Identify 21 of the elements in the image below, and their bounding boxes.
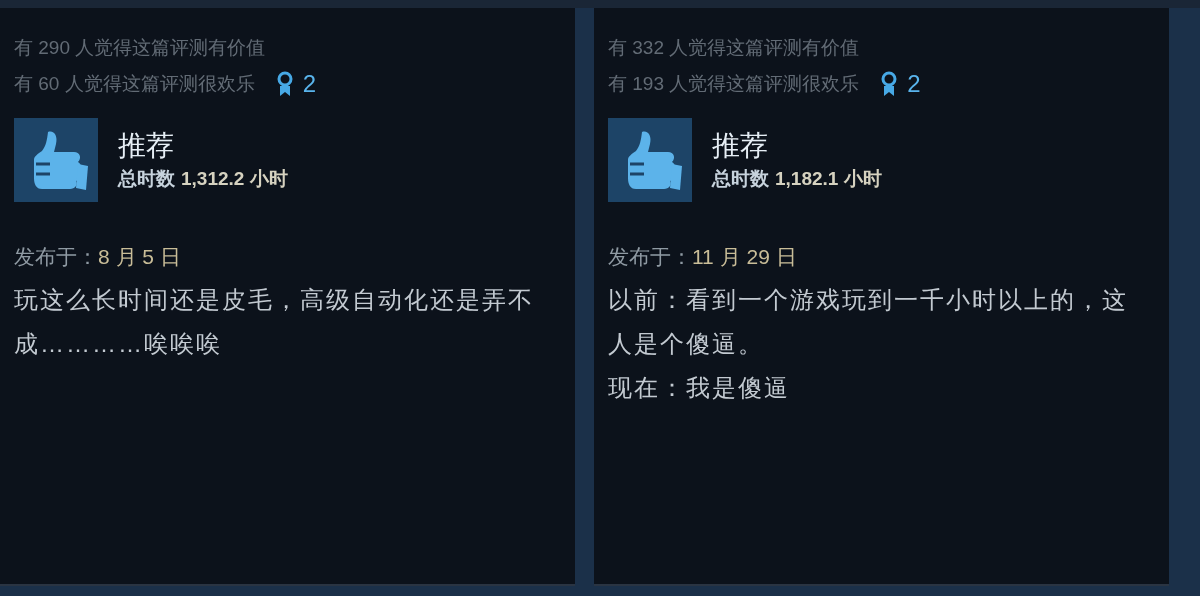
verdict-title: 推荐 <box>118 128 175 163</box>
funny-count: 有 193 人觉得这篇评测很欢乐 <box>608 72 860 96</box>
hours-label: 总时数 <box>118 166 175 191</box>
hours-value: 1,182.1 小时 <box>775 166 882 191</box>
award-count: 2 <box>302 69 317 99</box>
award-count: 2 <box>907 69 921 99</box>
helpful-count: 有 290 人觉得这篇评测有价值 <box>14 36 267 60</box>
funny-count: 有 60 人觉得这篇评测很欢乐 <box>14 72 255 96</box>
posted-date: 8 月 5 日 <box>98 244 181 270</box>
award-ribbon-icon <box>881 71 898 97</box>
review-text: 玩这么长时间还是皮毛，高级自动化还是弄不成…………唉唉唉 <box>14 285 535 359</box>
hours-value: 1,312.2 小时 <box>181 166 288 191</box>
hours-label: 总时数 <box>712 166 769 191</box>
award-ribbon-icon <box>276 71 293 97</box>
posted-date: 11 月 29 日 <box>692 244 797 270</box>
helpful-count: 有 332 人觉得这篇评测有价值 <box>608 36 861 60</box>
verdict-title: 推荐 <box>712 128 769 163</box>
posted-label: 发布于： <box>14 244 98 270</box>
review-text: 现在：我是傻逼 <box>608 373 791 403</box>
posted-label: 发布于： <box>608 244 692 270</box>
review-text: 以前：看到一个游戏玩到一千小时以上的，这人是个傻逼。 <box>608 285 1129 359</box>
